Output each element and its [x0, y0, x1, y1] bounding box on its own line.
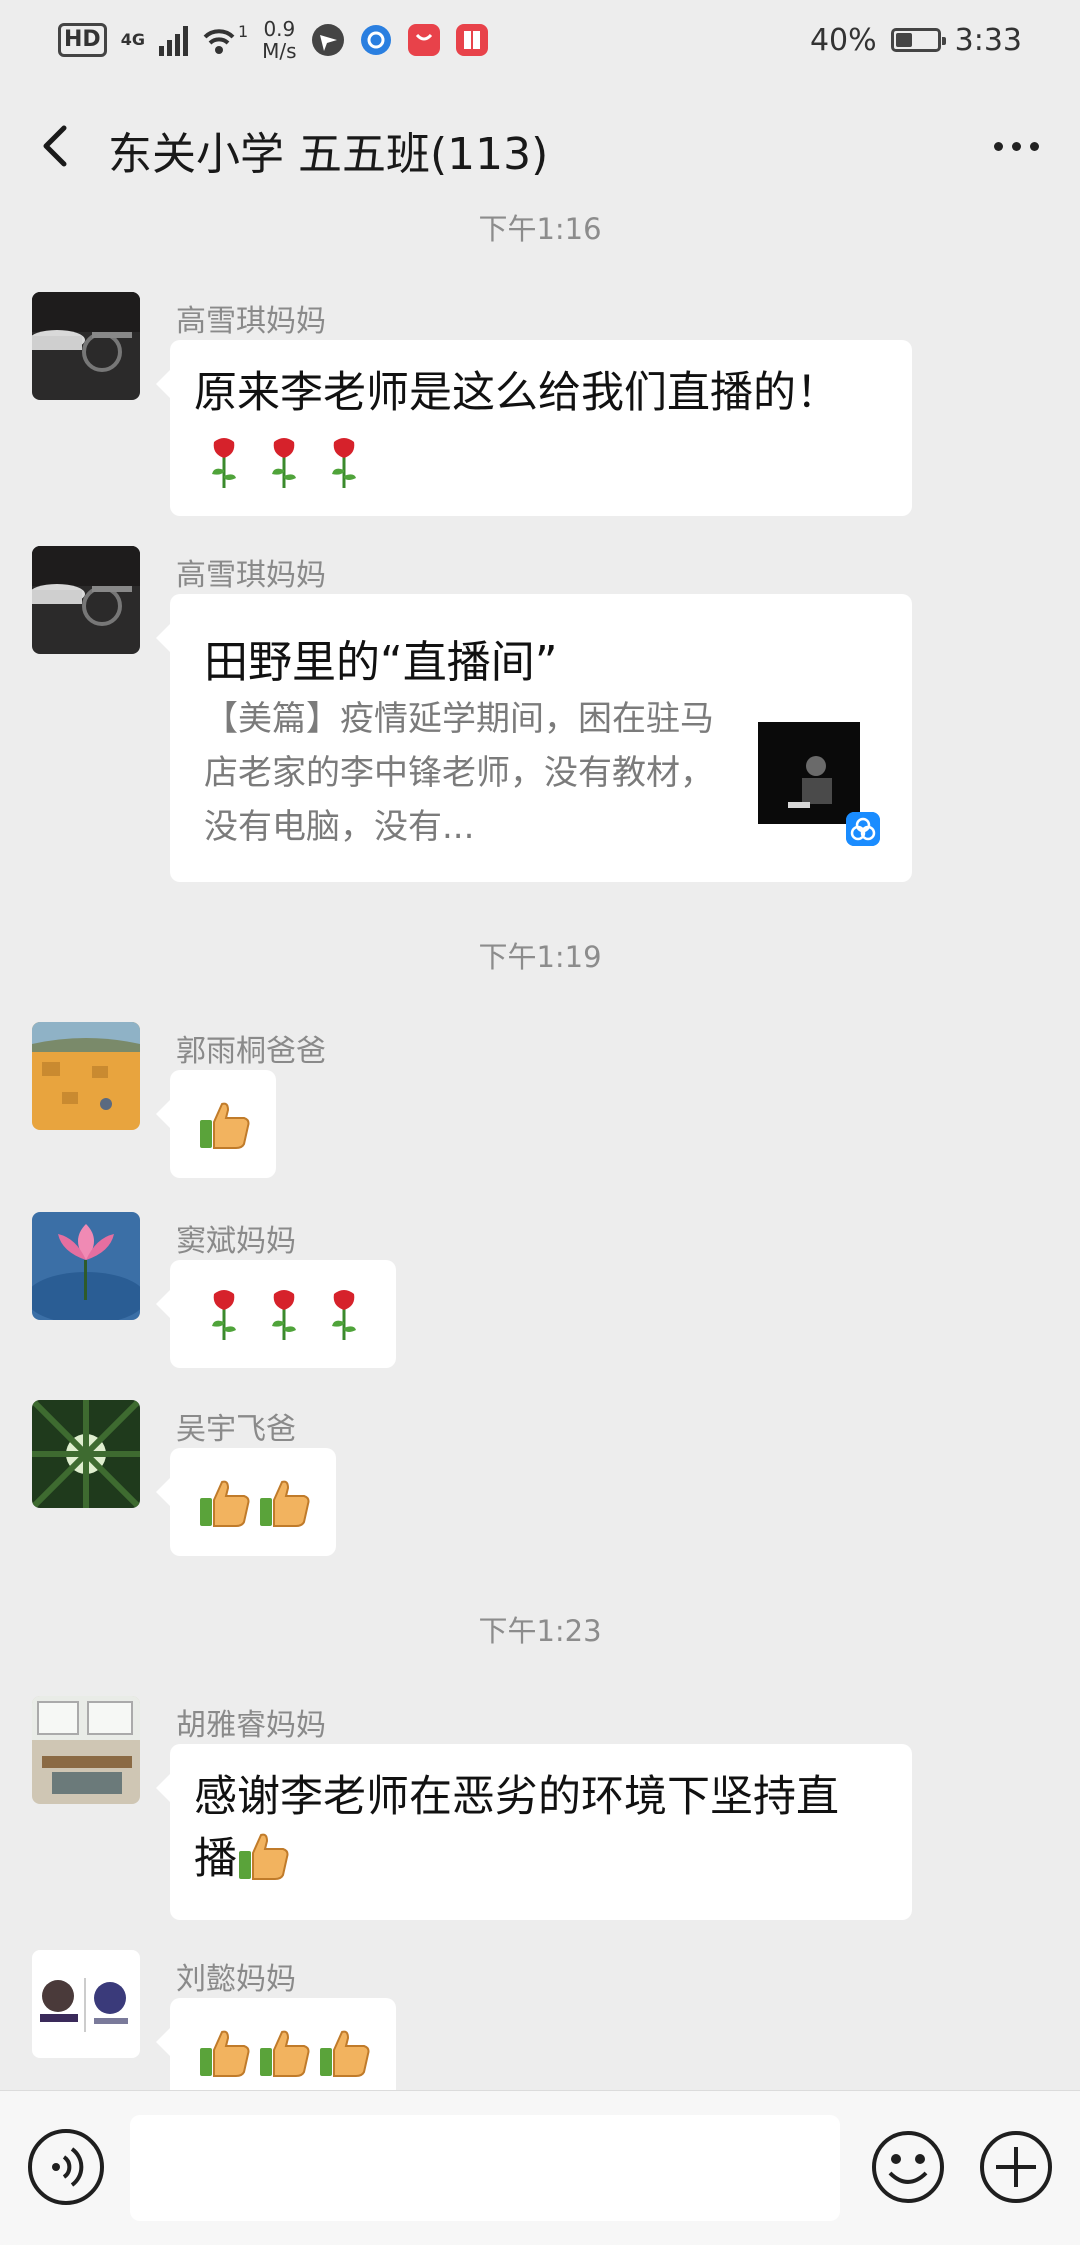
- sender-name: 高雪琪妈妈: [176, 558, 326, 593]
- message-bubble[interactable]: [156, 1260, 396, 1368]
- data-speed-unit: M/s: [262, 39, 297, 63]
- hd-indicator: HD: [58, 23, 107, 57]
- status-bar: HD 4G 1 0.9 M/s 40% 3:33: [0, 0, 1080, 80]
- back-arrow-icon[interactable]: [26, 114, 90, 178]
- avatar[interactable]: [32, 1696, 140, 1804]
- battery-percent: 40%: [809, 22, 877, 58]
- rose-icon: [332, 438, 356, 488]
- battery-fill: [895, 33, 912, 47]
- more-options-button[interactable]: [982, 116, 1050, 176]
- emoji-row: [198, 2026, 372, 2080]
- status-left: HD 4G 1 0.9 M/s: [58, 18, 489, 62]
- avatar[interactable]: [32, 1950, 140, 2058]
- link-card[interactable]: 田野里的“直播间” 【美篇】疫情延学期间，困在驻马店老家的李中锋老师，没有教材，…: [156, 594, 912, 882]
- plus-icon[interactable]: [976, 2127, 1056, 2207]
- sender-name: 高雪琪妈妈: [176, 304, 326, 339]
- sender-name: 吴宇飞爸: [176, 1412, 296, 1447]
- sender-name: 胡雅睿妈妈: [176, 1708, 326, 1743]
- timestamp: 下午1:19: [478, 940, 602, 974]
- card-description: 【美篇】疫情延学期间，困在驻马店老家的李中锋老师，没有教材，没有电脑，没有...: [204, 699, 714, 847]
- chat-area[interactable]: 下午1:16 高雪琪妈妈 原来李老师是这么给我们直播的！ 高雪琪妈妈 田野里的“…: [0, 200, 1080, 2090]
- location-app-icon: [311, 24, 344, 56]
- message-bubble[interactable]: 原来李老师是这么给我们直播的！: [156, 340, 912, 516]
- sender-name: 窦斌妈妈: [176, 1224, 296, 1259]
- network-type: 4G: [120, 30, 145, 49]
- chat-title: 东关小学 五五班(113): [108, 129, 549, 180]
- message-text: 原来李老师是这么给我们直播的！: [194, 368, 839, 418]
- shop-app-icon: [407, 24, 440, 56]
- voice-icon: [52, 2147, 84, 2187]
- timestamp: 下午1:16: [478, 212, 602, 246]
- title-bar: 东关小学 五五班(113): [0, 80, 1080, 212]
- wifi-icon: [203, 29, 235, 54]
- rose-icon: [332, 1290, 356, 1340]
- status-right: 40% 3:33: [810, 18, 1022, 62]
- rose-icon: [272, 438, 296, 488]
- data-speed-value: 0.9: [263, 17, 296, 41]
- reader-app-icon: [455, 24, 488, 56]
- voice-button[interactable]: [28, 2129, 104, 2205]
- input-bar: [0, 2090, 1080, 2245]
- avatar[interactable]: [32, 1212, 140, 1320]
- message-bubble[interactable]: [156, 1998, 396, 2090]
- thumbs-up-icon: [200, 1480, 250, 1527]
- rose-icon: [212, 438, 236, 488]
- thumbs-up-icon: [200, 1102, 250, 1149]
- sender-name: 刘懿妈妈: [176, 1962, 296, 1997]
- clock: 3:33: [954, 22, 1022, 58]
- meipian-app-icon: [846, 812, 880, 846]
- thumbs-up-icon: [239, 1833, 289, 1880]
- rose-icon: [272, 1290, 296, 1340]
- battery-icon: [890, 28, 946, 52]
- card-title: 田野里的“直播间”: [204, 637, 558, 688]
- message-line: 感谢李老师在恶劣的环境下坚持直: [194, 1772, 839, 1822]
- signal-bars-icon: [158, 24, 188, 56]
- emoji-row: [198, 1098, 252, 1152]
- emoji-row: [208, 1288, 360, 1340]
- avatar[interactable]: [32, 546, 140, 654]
- more-dots-icon: [993, 141, 1003, 151]
- emoji-row: [198, 1476, 312, 1530]
- message-input[interactable]: [130, 2115, 840, 2221]
- emoji-row: [208, 436, 360, 488]
- message-line: 播: [194, 1834, 237, 1884]
- thumbs-up-icon: [200, 2030, 250, 2077]
- avatar[interactable]: [32, 1022, 140, 1130]
- browser-app-icon: [360, 25, 391, 55]
- message-text: 感谢李老师在恶劣的环境下坚持直 播: [170, 1744, 912, 1890]
- thumbs-up-icon: [260, 2030, 310, 2077]
- card-thumbnail: [758, 722, 860, 824]
- wifi-count: 1: [237, 21, 249, 41]
- thumbs-up-icon: [320, 2030, 370, 2077]
- rose-icon: [212, 1290, 236, 1340]
- thumbs-up-icon: [260, 1480, 310, 1527]
- avatar[interactable]: [32, 292, 140, 400]
- avatar[interactable]: [32, 1400, 140, 1508]
- message-bubble[interactable]: [156, 1070, 276, 1178]
- message-bubble[interactable]: 感谢李老师在恶劣的环境下坚持直 播: [156, 1744, 912, 1920]
- sender-name: 郭雨桐爸爸: [176, 1034, 326, 1069]
- timestamp: 下午1:23: [478, 1614, 602, 1648]
- message-bubble[interactable]: [156, 1448, 336, 1556]
- emoji-face-icon[interactable]: [868, 2127, 948, 2207]
- data-speed: 0.9 M/s: [262, 18, 296, 62]
